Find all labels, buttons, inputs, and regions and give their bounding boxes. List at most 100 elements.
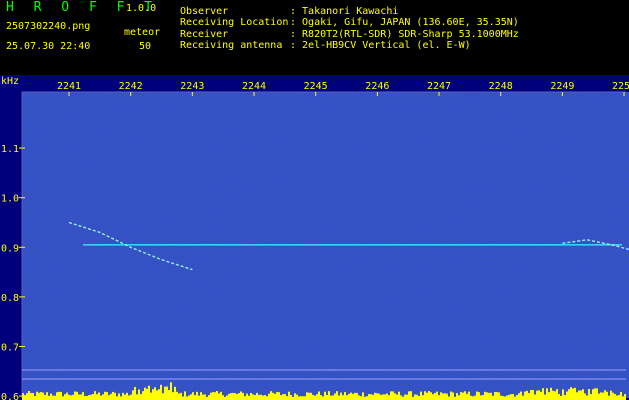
activity-bar — [474, 395, 476, 400]
activity-bar — [150, 392, 152, 400]
activity-bar — [260, 394, 262, 400]
activity-bar — [68, 394, 70, 400]
activity-bar — [44, 394, 46, 400]
x-tick-label: 2246 — [365, 81, 389, 92]
activity-bar — [184, 391, 186, 400]
activity-bar — [344, 392, 346, 400]
date-time: 25.07.30 22:40 — [6, 41, 91, 52]
activity-bar — [490, 392, 492, 400]
activity-bar — [154, 387, 156, 400]
activity-bar — [138, 389, 140, 400]
activity-bar — [196, 391, 198, 400]
activity-bar — [480, 395, 482, 400]
activity-bar — [450, 391, 452, 400]
activity-bar — [526, 390, 528, 400]
detect-value: 50 — [139, 41, 152, 52]
activity-bar — [476, 391, 478, 400]
activity-bar — [456, 393, 458, 400]
activity-bar — [588, 389, 590, 400]
activity-bar — [218, 393, 220, 400]
activity-bar — [266, 396, 268, 400]
activity-bar — [264, 395, 266, 400]
activity-bar — [290, 394, 292, 400]
activity-bar — [616, 395, 618, 400]
activity-bar — [296, 394, 298, 400]
activity-bar — [208, 395, 210, 400]
activity-bar — [114, 392, 116, 400]
activity-bar — [118, 393, 120, 400]
activity-bar — [452, 392, 454, 400]
activity-bar — [472, 396, 474, 400]
activity-bar — [578, 390, 580, 400]
info-label-location: Receiving Location — [180, 17, 289, 28]
activity-bar — [574, 387, 576, 400]
x-tick-label: 2247 — [427, 81, 451, 92]
activity-bar — [62, 396, 64, 400]
activity-bar — [192, 392, 194, 400]
activity-bar — [376, 393, 378, 400]
activity-bar — [294, 393, 296, 400]
activity-bar — [562, 389, 564, 400]
info-value-antenna: : 2el-HB9CV Vertical (el. E-W) — [290, 40, 471, 51]
activity-bar — [484, 391, 486, 400]
activity-bar — [152, 389, 154, 400]
activity-bar — [34, 395, 36, 400]
activity-bar — [356, 392, 358, 400]
activity-bar — [102, 394, 104, 400]
activity-bar — [620, 391, 622, 400]
activity-bar — [386, 393, 388, 400]
y-tick-label: 1.1 — [1, 144, 19, 155]
activity-bar — [422, 395, 424, 400]
activity-bar — [282, 394, 284, 400]
activity-bar — [66, 392, 68, 400]
activity-bar — [504, 396, 506, 400]
activity-bar — [448, 396, 450, 400]
activity-bar — [96, 394, 98, 400]
activity-bar — [136, 394, 138, 400]
activity-bar — [404, 394, 406, 400]
activity-bar — [158, 389, 160, 400]
activity-bar — [80, 394, 82, 400]
activity-bar — [568, 389, 570, 400]
spectrogram-plot: 2241 2242 2243 2244 2245 2246 2247 2248 2249 2250… — [0, 75, 629, 400]
activity-bar — [90, 394, 92, 400]
activity-bar — [518, 393, 520, 400]
activity-bar — [580, 390, 582, 400]
activity-bar — [428, 391, 430, 400]
activity-bar — [328, 391, 330, 400]
activity-bar — [558, 393, 560, 400]
activity-bar — [112, 391, 114, 400]
activity-bar — [350, 392, 352, 400]
activity-bar — [30, 392, 32, 400]
activity-bar — [54, 395, 56, 400]
activity-bar — [300, 396, 302, 400]
activity-bar — [92, 393, 94, 400]
activity-bar — [622, 396, 624, 400]
activity-bar — [362, 392, 364, 400]
activity-bar — [310, 392, 312, 400]
activity-bar — [440, 392, 442, 400]
activity-bar — [336, 391, 338, 400]
activity-bar — [100, 395, 102, 400]
activity-bar — [230, 393, 232, 400]
activity-bar — [486, 392, 488, 400]
info-label-antenna: Receiving antenna — [180, 40, 283, 51]
activity-bar — [48, 395, 50, 400]
activity-bar — [220, 391, 222, 400]
activity-bar — [318, 391, 320, 400]
activity-bar — [514, 396, 516, 400]
activity-bar — [156, 390, 158, 400]
activity-bar — [388, 395, 390, 400]
activity-bar — [170, 382, 172, 400]
activity-bar — [40, 392, 42, 400]
activity-bar — [352, 393, 354, 400]
activity-bar — [128, 395, 130, 400]
activity-bar — [530, 389, 532, 400]
activity-bar — [354, 392, 356, 400]
activity-bar — [378, 393, 380, 400]
activity-bar — [174, 386, 176, 400]
activity-bar — [446, 393, 448, 400]
y-tick-label: 0.7 — [1, 342, 19, 353]
activity-bar — [338, 395, 340, 400]
activity-bar — [342, 395, 344, 400]
